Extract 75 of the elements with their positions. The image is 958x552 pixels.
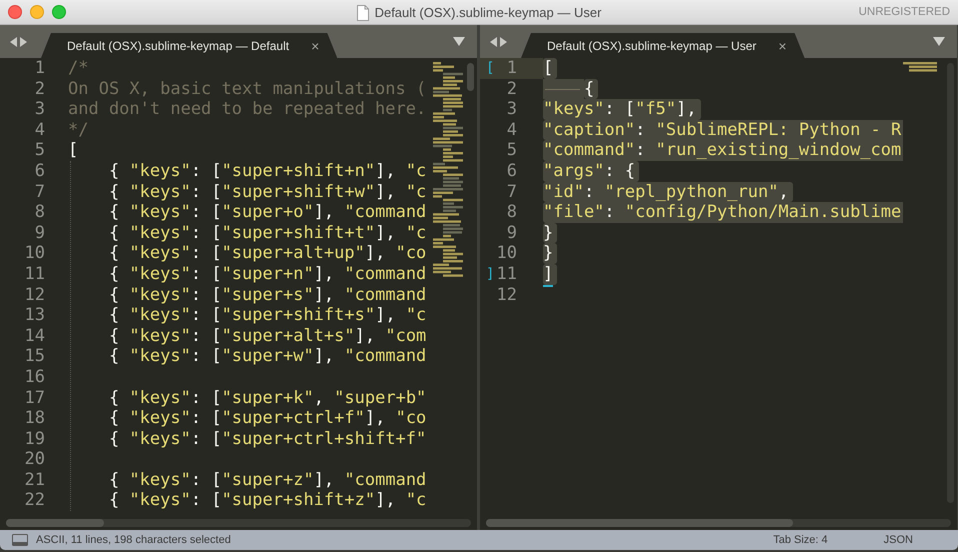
line-number: 2 — [506, 78, 517, 100]
code-line: { "keys": ["super+z"], "command — [108, 470, 426, 490]
code-line: { "keys": ["super+ctrl+shift+f" — [108, 428, 426, 450]
code-line: { "keys": ["super+ctrl+f"], "co — [108, 408, 426, 429]
line-number: 3 — [34, 99, 45, 120]
line-number: 15 — [24, 346, 45, 367]
file-tab[interactable]: Default (OSX).sublime-keymap — User × — [521, 33, 805, 58]
code-line: { "keys": ["super+shift+n"], "c — [108, 160, 426, 182]
line-number: 10 — [496, 243, 517, 264]
code-line: { "keys": ["super+shift+s"], "c — [108, 305, 426, 326]
code-line: { "keys": ["super+alt+s"], "com — [108, 326, 426, 346]
line-number: 21 — [24, 470, 45, 490]
dropdown-icon[interactable] — [453, 37, 465, 46]
tab-size-setting[interactable]: Tab Size: 4 — [773, 534, 828, 546]
dropdown-icon[interactable] — [933, 37, 945, 46]
line-number: 9 — [34, 222, 45, 244]
code-line: On OS X, basic text manipulations ( — [68, 78, 426, 100]
line-number: 2 — [34, 78, 45, 100]
line-number: 12 — [496, 284, 517, 306]
code-line: { "keys": ["super+alt+up"], "co — [108, 243, 426, 264]
line-number: 19 — [24, 428, 45, 450]
line-number: 4 — [34, 120, 45, 140]
line-number: 8 — [34, 202, 45, 223]
license-label: UNREGISTERED — [858, 6, 950, 18]
code-line: { "keys": ["super+s"], "command — [108, 284, 426, 306]
code-line: { "keys": ["super+shift+t"], "c — [108, 222, 426, 244]
line-number: 17 — [24, 388, 45, 408]
line-number: 9 — [506, 222, 517, 244]
line-number: 11 — [24, 264, 45, 285]
line-number: 14 — [24, 326, 45, 346]
line-number: 3 — [506, 99, 517, 120]
line-number: 10 — [24, 243, 45, 264]
line-number: 18 — [24, 408, 45, 429]
code-line: /* — [68, 58, 88, 79]
close-window-button[interactable] — [8, 5, 22, 19]
line-number: 7 — [34, 182, 45, 202]
code-line: { "keys": ["super+k", "super+b" — [108, 388, 426, 408]
forward-arrow-icon[interactable] — [500, 36, 507, 46]
syntax-setting[interactable]: JSON — [884, 534, 913, 546]
line-number: 6 — [34, 160, 45, 182]
document-icon — [356, 4, 369, 20]
back-arrow-icon[interactable] — [10, 36, 17, 46]
line-number: 13 — [24, 305, 45, 326]
line-number: 7 — [506, 182, 517, 202]
code-line: and don't need to be repeated here. — [68, 99, 426, 120]
forward-arrow-icon[interactable] — [20, 36, 27, 46]
code-line: { "keys": ["super+w"], "command — [108, 346, 426, 367]
zoom-button[interactable] — [52, 5, 66, 19]
code-line: { "keys": ["super+o"], "command — [108, 202, 426, 223]
line-number: 5 — [34, 140, 45, 161]
panel-toggle-icon[interactable] — [12, 534, 28, 546]
bracket-marker: [ — [486, 59, 494, 78]
line-number: 22 — [24, 490, 45, 512]
bracket-marker: ] — [486, 264, 494, 284]
code-line: { "keys": ["super+shift+z"], "c — [108, 490, 426, 512]
line-number: 20 — [24, 449, 45, 470]
close-icon[interactable]: × — [311, 38, 320, 54]
close-icon[interactable]: × — [778, 38, 787, 54]
back-arrow-icon[interactable] — [490, 36, 497, 46]
code-line: [ — [68, 140, 78, 161]
line-number: 11 — [496, 264, 517, 285]
line-number: 6 — [506, 160, 517, 182]
line-number: 1 — [506, 58, 517, 79]
code-line: { "keys": ["super+shift+w"], "c — [108, 182, 426, 202]
line-number: 1 — [34, 58, 45, 79]
file-tab[interactable]: Default (OSX).sublime-keymap — Default × — [41, 33, 338, 58]
line-number: 12 — [24, 284, 45, 306]
status-message: ASCII, 11 lines, 198 characters selected — [36, 534, 232, 546]
code-line: */ — [68, 120, 88, 140]
line-number: 5 — [506, 140, 517, 161]
window-title: Default (OSX).sublime-keymap — User — [374, 5, 602, 20]
line-number: 16 — [24, 366, 45, 388]
line-number: 8 — [506, 202, 517, 223]
code-line: { "keys": ["super+n"], "command — [108, 264, 426, 285]
line-number: 4 — [506, 120, 517, 140]
